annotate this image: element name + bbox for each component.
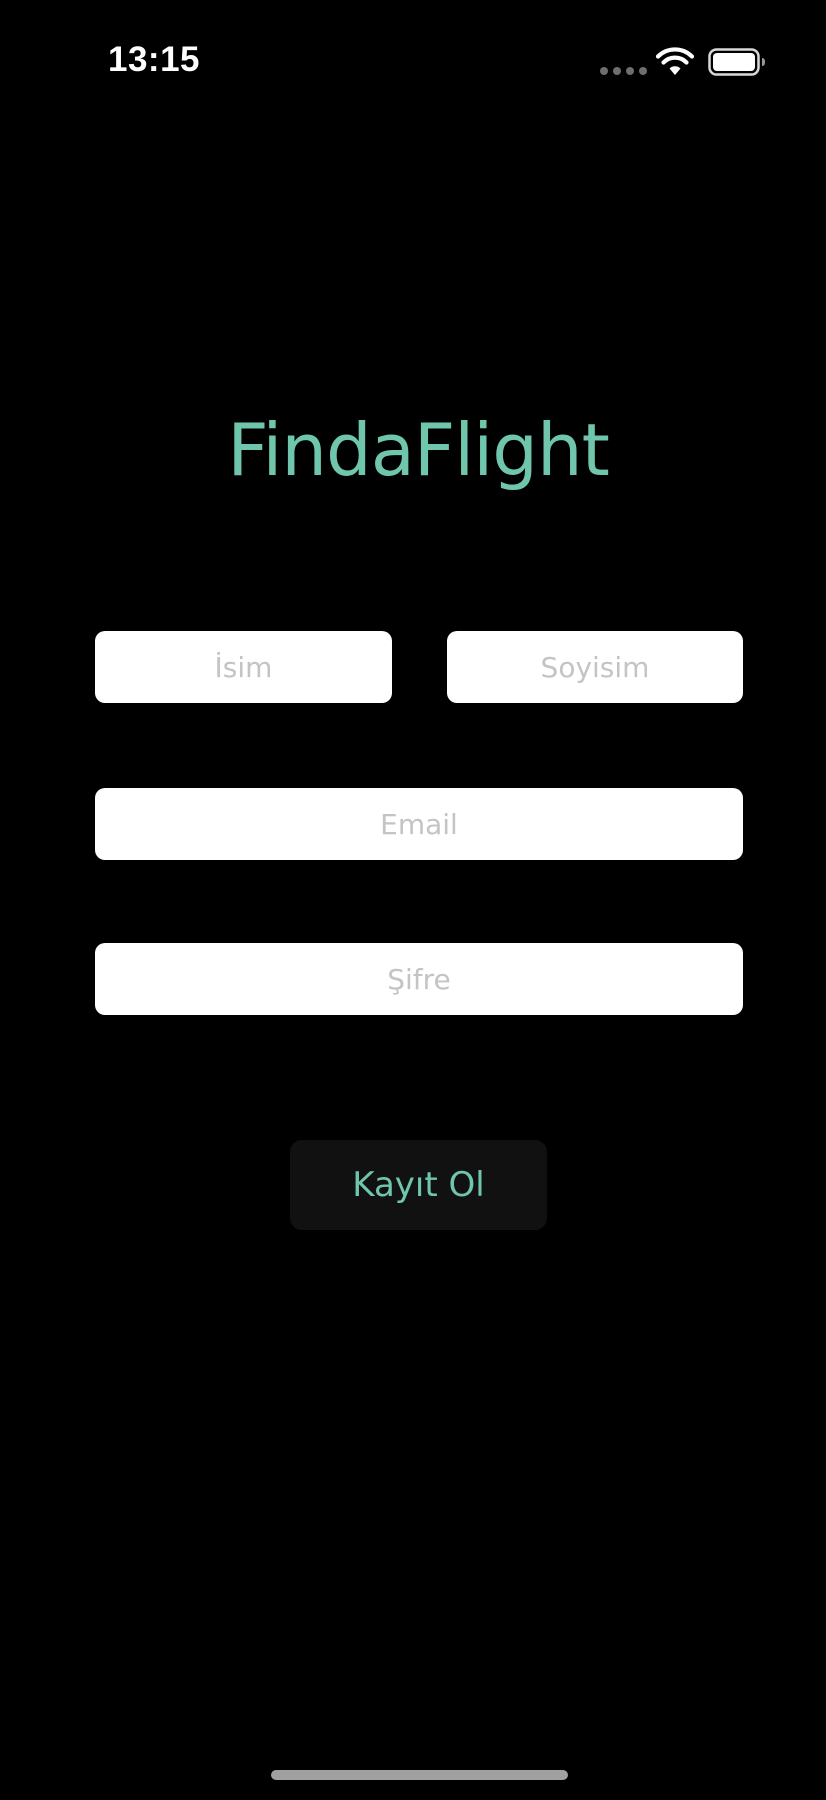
register-button[interactable]: Kayıt Ol (290, 1140, 547, 1230)
wifi-icon (655, 47, 695, 75)
cellular-signal-icon (600, 67, 647, 75)
app-title: FindaFlight (227, 408, 610, 492)
status-time: 13:15 (108, 40, 201, 79)
status-bar: 13:15 (0, 0, 826, 120)
name-field[interactable] (95, 631, 392, 703)
password-field[interactable] (95, 943, 743, 1015)
home-indicator[interactable] (271, 1770, 568, 1780)
email-field[interactable] (95, 788, 743, 860)
battery-icon (708, 48, 765, 76)
surname-field[interactable] (447, 631, 743, 703)
